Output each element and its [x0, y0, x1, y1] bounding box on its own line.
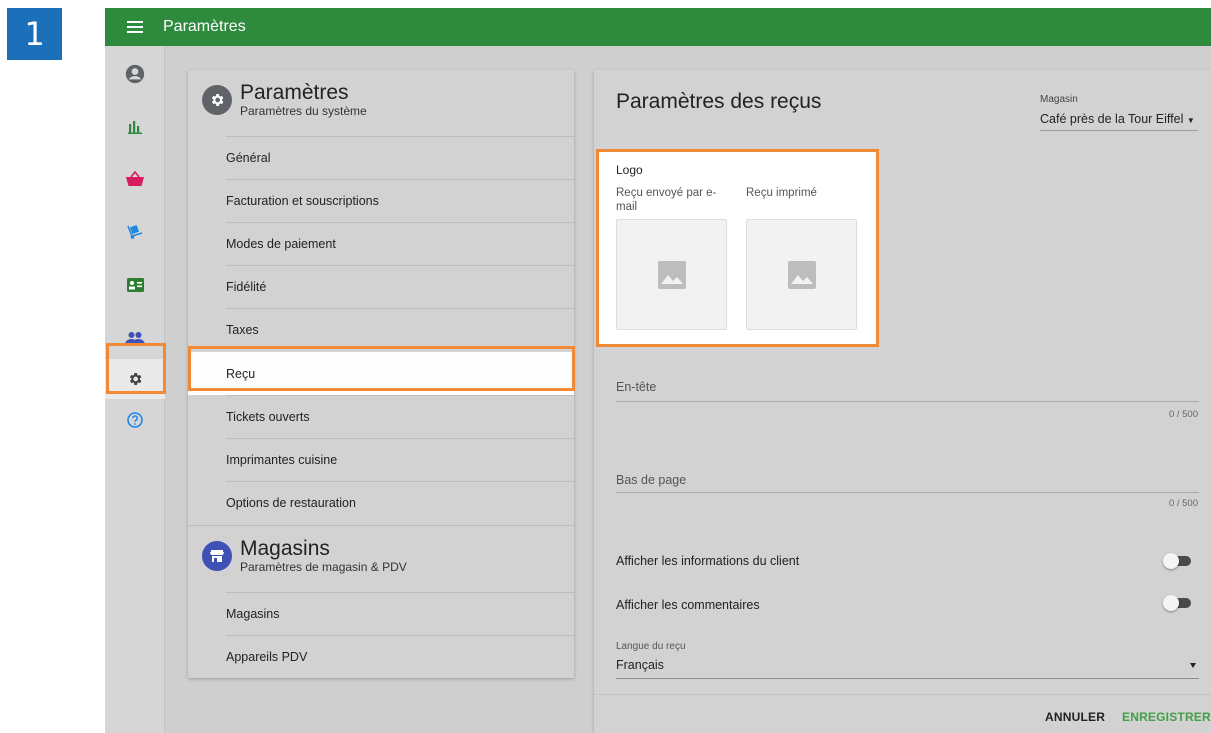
nav-item-pos-devices[interactable]: Appareils PDV: [226, 635, 574, 678]
store-select-value: Café près de la Tour Eiffel: [1040, 112, 1184, 126]
top-app-bar: Paramètres: [105, 8, 1211, 46]
nav-item-general[interactable]: Général: [226, 136, 574, 179]
receipt-language-label: Langue du reçu: [616, 641, 686, 652]
id-card-icon: [126, 278, 144, 292]
nav-item-taxes[interactable]: Taxes: [226, 308, 574, 351]
logo-email-upload[interactable]: [616, 219, 727, 330]
help-icon: [127, 412, 143, 428]
store-select-underline: [1040, 130, 1198, 131]
rail-items[interactable]: [105, 212, 165, 252]
show-customer-info-label: Afficher les informations du client: [616, 554, 800, 568]
step-number-badge: 1: [7, 8, 62, 60]
nav-item-loyalty[interactable]: Fidélité: [226, 265, 574, 308]
nav-item-open-tickets[interactable]: Tickets ouverts: [226, 395, 574, 438]
rail-settings-highlight: [106, 343, 166, 394]
logo-print-label: Reçu imprimé: [746, 187, 817, 199]
footer-divider: [594, 694, 1211, 695]
dolly-icon: [127, 225, 143, 239]
rail-account[interactable]: [105, 54, 165, 94]
stores-settings-title: Magasins: [240, 536, 330, 560]
rail-reports[interactable]: [105, 107, 165, 147]
hamburger-menu-icon[interactable]: [127, 21, 143, 33]
system-settings-header: Paramètres Paramètres du système: [188, 70, 574, 130]
footer-field[interactable]: [616, 492, 1199, 493]
receipt-language-value: Français: [616, 658, 664, 672]
rail-help[interactable]: [105, 400, 165, 440]
cancel-button[interactable]: ANNULER: [1045, 710, 1105, 724]
stores-settings-subtitle: Paramètres de magasin & PDV: [240, 559, 407, 574]
image-placeholder-icon: [657, 260, 686, 289]
nav-item-dining-options[interactable]: Options de restauration: [226, 481, 574, 524]
show-comments-toggle[interactable]: [1163, 595, 1193, 611]
nav-item-payment-types[interactable]: Modes de paiement: [226, 222, 574, 265]
logo-section: Logo Reçu envoyé par e-mail Reçu imprimé: [596, 149, 879, 347]
nav-item-kitchen-printers[interactable]: Imprimantes cuisine: [226, 438, 574, 481]
logo-email-label: Reçu envoyé par e-mail: [616, 187, 717, 213]
receipt-item-highlight: [188, 346, 575, 391]
stores-settings-header: Magasins Paramètres de magasin & PDV: [188, 525, 574, 585]
receipt-settings-title: Paramètres des reçus: [616, 90, 822, 113]
footer-field-label: Bas de page: [616, 473, 687, 487]
system-settings-title: Paramètres: [240, 81, 349, 104]
show-customer-info-toggle[interactable]: [1163, 553, 1193, 569]
store-select-label: Magasin: [1040, 94, 1078, 105]
save-button[interactable]: ENREGISTRER: [1122, 710, 1211, 724]
chevron-down-icon: ▼: [1186, 116, 1195, 125]
chevron-down-icon: [1190, 663, 1196, 668]
header-char-counter: 0 / 500: [1168, 409, 1198, 420]
receipt-settings-card: Paramètres des reçus Magasin Café près d…: [594, 70, 1211, 733]
show-comments-label: Afficher les commentaires: [616, 598, 760, 612]
receipt-language-select[interactable]: [616, 678, 1199, 679]
logo-title: Logo: [616, 163, 643, 177]
store-select[interactable]: Café près de la Tour Eiffel ▼: [1040, 112, 1195, 126]
rail-sales[interactable]: [105, 159, 165, 199]
rail-customers[interactable]: [105, 265, 165, 305]
system-settings-subtitle: Paramètres du système: [240, 104, 367, 118]
settings-gear-icon: [202, 85, 232, 115]
account-circle-icon: [125, 64, 145, 84]
store-icon: [202, 540, 232, 571]
nav-item-billing[interactable]: Facturation et souscriptions: [226, 179, 574, 222]
logo-print-upload[interactable]: [746, 219, 857, 330]
image-placeholder-icon: [787, 260, 816, 289]
page-title: Paramètres: [163, 18, 246, 35]
bar-chart-icon: [128, 121, 142, 134]
footer-char-counter: 0 / 500: [1168, 498, 1198, 509]
nav-item-stores[interactable]: Magasins: [226, 592, 574, 635]
header-field-label: En-tête: [616, 380, 657, 394]
header-field[interactable]: [616, 401, 1199, 402]
basket-icon: [126, 171, 144, 186]
app-window: Paramètres Paramètres Paramètres du syst…: [105, 8, 1211, 733]
